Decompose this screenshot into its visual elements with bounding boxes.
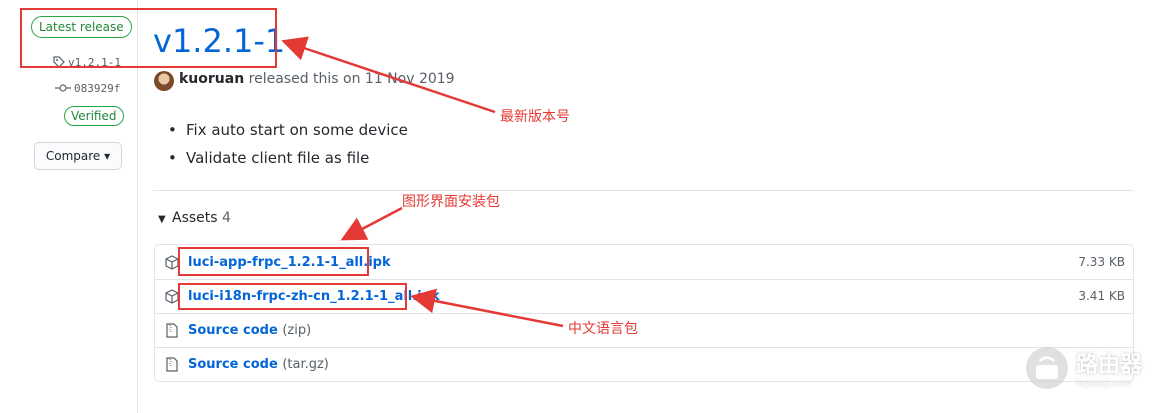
avatar[interactable] [154,71,174,91]
release-note-item: Validate client file as file [168,144,408,172]
release-byline: kuoruan released this on 11 Nov 2019 [179,71,455,87]
compare-button[interactable]: Compare ▾ [34,142,122,170]
source-code-zip-link[interactable]: Source code (zip) [188,323,311,338]
file-zip-icon [164,322,180,338]
commit-icon [55,84,71,92]
asset-size: 3.41 KB [1078,289,1125,303]
source-code-label: Source code [188,356,278,372]
assets-heading: Assets [172,210,218,226]
caret-down-icon: ▼ [158,214,166,225]
source-code-targz-link[interactable]: Source code (tar.gz) [188,357,329,372]
source-code-label: Source code [188,322,278,338]
divider [153,190,1133,191]
release-note-item: Fix auto start on some device [168,116,408,144]
archive-format: (zip) [282,322,312,338]
commit-link[interactable]: 083929f [55,82,120,95]
asset-size: 7.33 KB [1078,255,1125,269]
release-notes: Fix auto start on some device Validate c… [168,116,408,172]
assets-count: 4 [222,210,231,226]
author-link[interactable]: kuoruan [179,71,244,87]
assets-toggle[interactable]: ▼ Assets 4 [158,210,231,226]
annotation-gui-package: 图形界面安装包 [402,194,500,210]
watermark-sub: luyouqi.com [1076,379,1132,389]
annotation-lang-package: 中文语言包 [568,321,638,337]
annotation-latest-version: 最新版本号 [500,109,570,125]
watermark-text: 路由器 [1076,353,1143,378]
asset-row: Source code (tar.gz) [155,347,1133,381]
file-zip-icon [164,356,180,372]
highlight-box-gui-package [178,247,369,276]
asset-row: Source code (zip) [155,313,1133,348]
highlight-box-version [20,8,277,68]
verified-badge[interactable]: Verified [64,106,124,126]
highlight-box-lang-package [178,283,407,310]
commit-label: 083929f [74,82,121,95]
released-text: released this on 11 Nov 2019 [248,71,455,87]
router-icon [1026,347,1068,389]
archive-format: (tar.gz) [282,356,329,372]
watermark: 路由器 luyouqi.com [1024,345,1142,391]
